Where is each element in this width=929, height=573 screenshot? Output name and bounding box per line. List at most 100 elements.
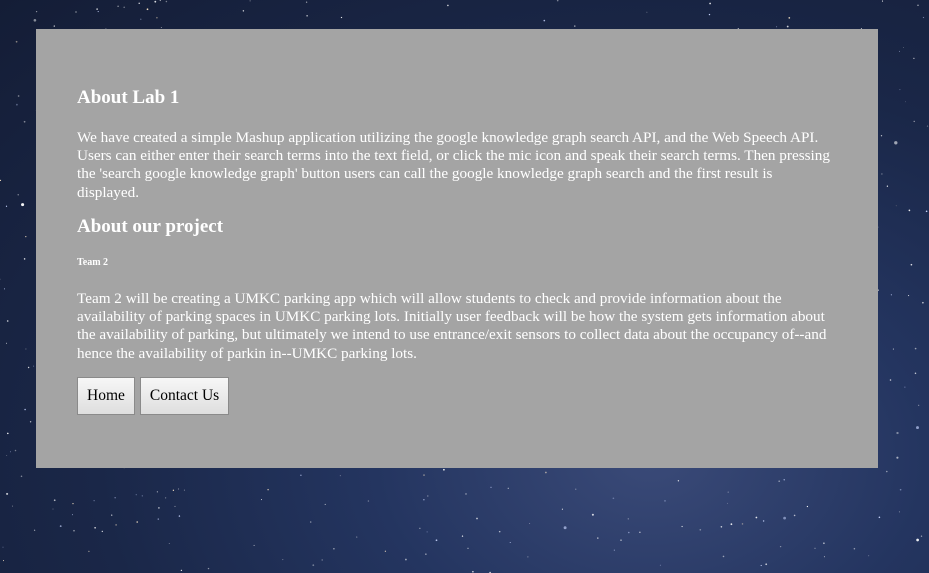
star (333, 547, 335, 550)
star (52, 508, 54, 510)
star (778, 480, 781, 483)
star (178, 515, 181, 517)
star (639, 531, 641, 533)
star (96, 8, 98, 10)
star (793, 514, 796, 517)
star (25, 236, 27, 238)
star (174, 505, 176, 507)
star (356, 536, 358, 538)
star (6, 492, 9, 495)
star (339, 475, 341, 477)
star (136, 521, 138, 523)
star (868, 555, 870, 557)
star (627, 518, 629, 520)
contact-us-button[interactable]: Contact Us (139, 376, 230, 415)
star (896, 456, 899, 459)
star (755, 516, 758, 519)
star (207, 567, 210, 570)
star (5, 342, 8, 344)
team-label: Team 2 (77, 256, 109, 268)
star (305, 1, 308, 3)
about-project-text: Team 2 will be creating a UMKC parking a… (77, 289, 827, 362)
star (898, 511, 900, 513)
star (2, 546, 4, 548)
star (426, 531, 428, 533)
star (141, 495, 143, 497)
star (114, 497, 116, 499)
star (33, 529, 36, 531)
star (14, 449, 17, 452)
star (922, 16, 925, 19)
star (543, 19, 546, 22)
star (183, 489, 185, 491)
star (902, 47, 904, 48)
star (908, 209, 911, 212)
star (895, 205, 897, 207)
star (249, 0, 251, 2)
star (17, 194, 19, 196)
star (12, 505, 14, 507)
star (904, 386, 906, 388)
star (498, 530, 501, 533)
star (823, 542, 825, 545)
star (878, 516, 881, 519)
star (765, 563, 768, 566)
star (282, 559, 284, 561)
star (27, 366, 30, 369)
star (886, 185, 889, 187)
home-button[interactable]: Home (77, 376, 135, 415)
star (321, 559, 323, 561)
star (140, 18, 142, 20)
star (563, 526, 567, 530)
star (545, 471, 547, 474)
star (53, 25, 55, 27)
star (575, 488, 577, 490)
star (25, 348, 27, 350)
star (727, 502, 729, 504)
nav-buttons: Home Contact Us (77, 376, 837, 415)
star (659, 564, 661, 566)
star (730, 523, 733, 526)
star (914, 347, 917, 350)
star (419, 527, 421, 529)
star (423, 474, 425, 476)
star (115, 524, 117, 526)
star (613, 549, 615, 551)
star (123, 6, 126, 9)
content-panel: About Lab 1 We have created a simple Mas… (36, 29, 878, 468)
star (913, 120, 915, 123)
star (806, 505, 809, 508)
star (242, 10, 245, 12)
star (892, 348, 894, 350)
star (306, 15, 308, 17)
star (20, 475, 23, 478)
star (461, 535, 464, 537)
star (741, 523, 744, 525)
star (917, 4, 919, 6)
about-project-heading: About our project (77, 215, 224, 237)
star (899, 488, 902, 491)
star (23, 258, 26, 260)
star (899, 50, 900, 52)
star (435, 539, 438, 542)
star (165, 0, 168, 3)
star (21, 203, 25, 207)
star (890, 294, 892, 296)
star (597, 537, 599, 539)
star (0, 179, 2, 181)
star (814, 547, 816, 549)
star (910, 263, 913, 266)
about-lab-heading: About Lab 1 (77, 87, 180, 108)
star (908, 295, 910, 297)
star (760, 564, 762, 567)
star (168, 542, 170, 545)
star (3, 288, 6, 290)
star (853, 547, 856, 550)
about-lab-text: We have created a simple Mashup applicat… (77, 128, 830, 201)
star (2, 560, 5, 562)
star (591, 513, 594, 516)
star (620, 539, 622, 541)
star (574, 25, 576, 27)
star (15, 40, 18, 43)
star (253, 544, 255, 546)
